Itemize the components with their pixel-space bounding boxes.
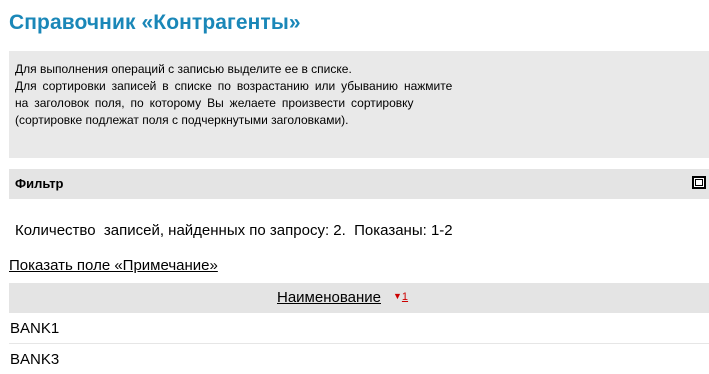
sort-indicator[interactable]: ▼1 (393, 291, 408, 303)
info-line: Для сортировки записей в списке по возра… (15, 79, 453, 93)
results-count-value: 2. (333, 222, 346, 239)
row-name: BANK1 (10, 320, 60, 337)
results-count: Количество записей, найденных по запросу… (15, 222, 453, 239)
show-notes-link[interactable]: Показать поле «Примечание» (9, 257, 218, 274)
info-line: на заголовок поля, по которому Вы желает… (15, 96, 414, 110)
contractors-table: Наименование ▼1 BANK1 BANK3 (9, 283, 709, 374)
page-title: Справочник «Контрагенты» (9, 11, 301, 34)
filter-bar[interactable]: Фильтр (9, 169, 709, 199)
results-shown-range: 1-2 (430, 222, 453, 239)
info-panel: Для выполнения операций с записью выдели… (9, 51, 709, 158)
info-line: (сортировке подлежат поля с подчеркнутым… (15, 113, 349, 127)
column-header-name[interactable]: Наименование (277, 289, 381, 306)
results-shown-label: Показаны: (354, 222, 427, 239)
expand-box-icon[interactable] (692, 176, 706, 189)
table-row[interactable]: BANK1 (9, 313, 709, 344)
page: Справочник «Контрагенты» Для выполнения … (0, 0, 709, 374)
sort-desc-icon: ▼ (393, 291, 402, 301)
sort-order-number: 1 (401, 291, 409, 303)
results-count-text: Количество записей, найденных по запросу… (15, 222, 330, 239)
row-name: BANK3 (10, 351, 60, 368)
filter-label: Фильтр (15, 176, 64, 191)
table-row[interactable]: BANK3 (9, 344, 709, 374)
info-line: Для выполнения операций с записью выдели… (15, 62, 352, 76)
table-header: Наименование ▼1 (9, 283, 709, 313)
